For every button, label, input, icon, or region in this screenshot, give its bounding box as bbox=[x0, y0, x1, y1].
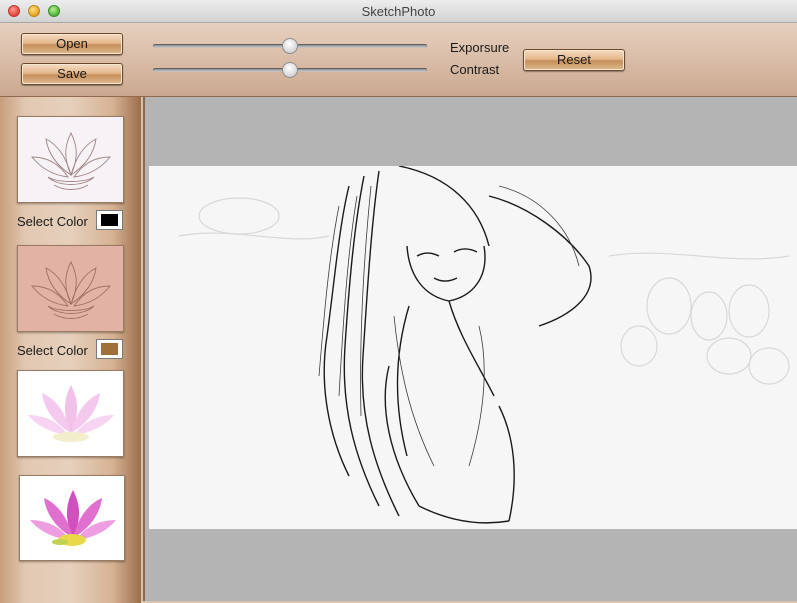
lotus-flower-color-icon bbox=[30, 490, 116, 546]
save-button[interactable]: Save bbox=[21, 63, 123, 85]
lotus-sketch-icon bbox=[31, 131, 111, 190]
lotus-sketch-tinted-icon bbox=[31, 260, 111, 319]
title-bar[interactable]: SketchPhoto bbox=[0, 0, 797, 23]
lotus-soft-thumbnail[interactable] bbox=[17, 370, 124, 457]
effects-sidebar: Select Color Select Color bbox=[0, 97, 141, 603]
select-color-label: Select Color bbox=[17, 214, 88, 229]
app-window: SketchPhoto Open Save Exporsure Contrast… bbox=[0, 0, 797, 603]
select-color-label: Select Color bbox=[17, 343, 88, 358]
contrast-slider[interactable] bbox=[153, 62, 427, 78]
image-canvas[interactable] bbox=[143, 97, 797, 601]
reset-button[interactable]: Reset bbox=[523, 49, 625, 71]
portrait-sketch-icon bbox=[178, 166, 790, 524]
sketch-preview-image bbox=[149, 166, 797, 529]
color-swatch-1[interactable] bbox=[96, 210, 123, 230]
color-swatch-2-fill bbox=[101, 343, 118, 355]
exposure-slider-knob[interactable] bbox=[282, 38, 298, 54]
sketch-thumbnail-white[interactable] bbox=[17, 116, 124, 203]
contrast-slider-knob[interactable] bbox=[282, 62, 298, 78]
color-swatch-1-fill bbox=[101, 214, 118, 226]
lotus-flower-icon bbox=[28, 385, 114, 442]
color-swatch-2[interactable] bbox=[96, 339, 123, 359]
sketch-thumbnail-tinted[interactable] bbox=[17, 245, 124, 332]
contrast-label: Contrast bbox=[450, 62, 500, 77]
window-title: SketchPhoto bbox=[361, 4, 436, 19]
toolbar: Open Save Exporsure Contrast Reset bbox=[0, 23, 797, 97]
open-button[interactable]: Open bbox=[21, 33, 123, 55]
exposure-label: Exporsure bbox=[450, 40, 510, 55]
exposure-slider[interactable] bbox=[153, 38, 427, 54]
lotus-color-thumbnail[interactable] bbox=[19, 475, 125, 561]
